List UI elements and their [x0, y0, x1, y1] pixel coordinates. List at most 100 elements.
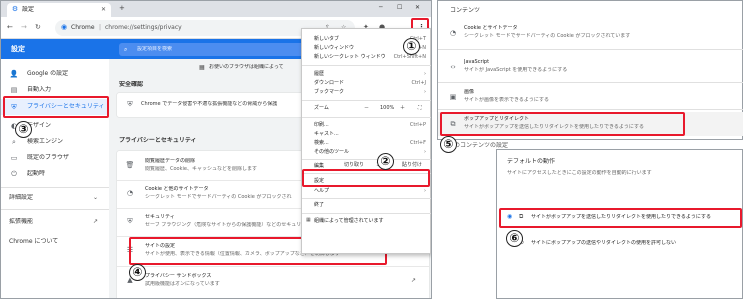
- chevron-right-icon: ›: [424, 188, 426, 194]
- page-title: 設定: [11, 45, 25, 53]
- chevron-down-icon: ⌄: [93, 194, 99, 201]
- gear-icon: ⚙: [11, 5, 19, 13]
- sidebar-item-label: Chrome について: [9, 238, 59, 245]
- building-icon: ▦: [199, 64, 205, 71]
- sidebar-item-label: 拡張機能: [9, 218, 34, 225]
- sidebar-item-label: Google の設定: [27, 70, 69, 77]
- person-icon: 👤: [9, 70, 19, 78]
- content-row-images[interactable]: ▣ 画像 サイトが画像を表示できるようにする: [438, 85, 743, 109]
- reload-icon[interactable]: ↻: [35, 23, 41, 32]
- menu-item-cast[interactable]: キャスト...: [302, 130, 431, 138]
- fullscreen-icon[interactable]: ⛶: [418, 105, 422, 112]
- row-title: プライバシー サンドボックス: [145, 273, 212, 279]
- row-divider: [438, 82, 743, 83]
- option-block-popups[interactable]: ○ ⊘ サイトにポップアップの送信やリダイレクトの使用を許可しない: [497, 234, 743, 252]
- row-title: 画像: [464, 89, 475, 95]
- row-desc: 試用版機能はオンになっています: [145, 281, 220, 287]
- menu-item-help[interactable]: ヘルプ ›: [302, 187, 431, 195]
- safety-check-title: 安全確認: [119, 81, 144, 88]
- sidebar-item-advanced[interactable]: 詳細設定 ⌄: [1, 191, 109, 205]
- managed-notice-text: お使いのブラウザは組織によって: [209, 64, 284, 70]
- sidebar-item-extensions[interactable]: 拡張機能 ↗: [1, 215, 109, 229]
- settings-sidebar: 👤 Google の設定 ▤ 自動入力 ⛨ プライバシーとセキュリティ ◐ デザ…: [1, 59, 109, 298]
- sidebar-item-label: 既定のブラウザ: [27, 154, 70, 161]
- window-close-icon[interactable]: ✕: [415, 4, 420, 12]
- zoom-plus-button[interactable]: ＋: [400, 105, 405, 112]
- search-placeholder: 設定項目を検索: [137, 46, 173, 52]
- new-tab-button[interactable]: +: [119, 4, 125, 13]
- section-title: コンテンツ: [450, 7, 481, 14]
- row-desc: シークレット モードでサードパーティの Cookie がブロックされています: [464, 33, 631, 39]
- url-text: chrome://settings/privacy: [105, 24, 182, 31]
- url-divider: |: [99, 24, 102, 31]
- cookie-icon: ◔: [126, 189, 134, 197]
- menu-item-history[interactable]: 履歴 ›: [302, 70, 431, 78]
- sidebar-item-on-startup[interactable]: ⏻ 起動時: [1, 167, 109, 181]
- sidebar-item-google[interactable]: 👤 Google の設定: [1, 67, 109, 81]
- callout-5: ⑤: [440, 136, 457, 153]
- menu-item-bookmarks[interactable]: ブックマーク ›: [302, 88, 431, 96]
- content-row-cookies[interactable]: ◔ Cookie とサイトデータ シークレット モードでサードパーティの Coo…: [438, 21, 743, 47]
- back-icon[interactable]: ←: [7, 23, 13, 32]
- forward-icon[interactable]: →: [21, 23, 27, 32]
- close-icon[interactable]: ✕: [101, 6, 106, 14]
- row-divider: [438, 109, 743, 110]
- content-settings-panel: コンテンツ ◔ Cookie とサイトデータ シークレット モードでサードパーテ…: [437, 0, 743, 140]
- chevron-right-icon: ›: [424, 71, 426, 77]
- image-icon: ▣: [449, 93, 457, 101]
- menu-separator: [302, 117, 431, 118]
- menu-item-downloads[interactable]: ダウンロード Ctrl+J: [302, 79, 431, 87]
- menu-item-print[interactable]: 印刷... Ctrl+P: [302, 121, 431, 129]
- building-icon: ▦: [306, 217, 311, 223]
- menu-separator: [302, 100, 431, 101]
- sidebar-item-label: 検索エンジン: [27, 138, 64, 145]
- sidebar-item-search-engine[interactable]: ⌕ 検索エンジン: [1, 135, 109, 149]
- privacy-section-title: プライバシーとセキュリティ: [119, 137, 197, 144]
- allow-option-highlight: [499, 208, 742, 228]
- cookie-icon: ◔: [449, 29, 457, 37]
- sidebar-item-autofill[interactable]: ▤ 自動入力: [1, 83, 109, 97]
- popup-default-panel: デフォルトの動作 サイトにアクセスしたときにこの設定の動作を自動的に行います ◉…: [496, 149, 743, 299]
- sidebar-divider: [1, 187, 109, 188]
- tab-settings[interactable]: ⚙ 設定 ✕: [7, 3, 111, 17]
- chevron-right-icon: ›: [424, 149, 426, 155]
- autofill-icon: ▤: [10, 86, 18, 94]
- sidebar-item-default-browser[interactable]: ▭ 既定のブラウザ: [1, 151, 109, 165]
- cut-button[interactable]: 切り取り: [344, 162, 364, 169]
- menu-separator: [302, 198, 431, 199]
- row-desc: サイトが JavaScript を使用できるようにする: [464, 67, 568, 73]
- row-title: セキュリティ: [145, 214, 175, 220]
- row-title: Cookie と他のサイトデータ: [145, 186, 209, 192]
- privacy-row-sandbox[interactable]: ▲ プライバシー サンドボックス 試用版機能はオンになっています ↗: [117, 267, 429, 295]
- code-icon: ‹›: [450, 63, 456, 71]
- menu-item-exit[interactable]: 終了: [302, 201, 431, 209]
- zoom-minus-button[interactable]: －: [364, 105, 369, 112]
- callout-4: ④: [129, 264, 146, 281]
- maximize-icon[interactable]: ☐: [397, 4, 402, 12]
- shield-check-icon: ⛨: [127, 100, 133, 108]
- minimize-icon[interactable]: ─: [379, 4, 383, 12]
- menu-separator: [302, 213, 431, 214]
- menu-item-find[interactable]: 検索... Ctrl+F: [302, 139, 431, 147]
- sidebar-item-label: 詳細設定: [9, 194, 34, 201]
- chevron-right-icon: ›: [424, 89, 426, 95]
- settings-menu-highlight: [302, 169, 430, 187]
- menu-item-zoom: ズーム － 100% ＋ ⛶: [314, 105, 422, 112]
- row-title: JavaScript: [464, 59, 490, 65]
- content-row-javascript[interactable]: ‹› JavaScript サイトが JavaScript を使用できるようにす…: [438, 55, 743, 81]
- option-label: サイトにポップアップの送信やリダイレクトの使用を許可しない: [531, 240, 677, 246]
- chrome-menu: 新しいタブCtrl+T 新しいウィンドウCtrl+N 新しいシークレット ウィン…: [301, 28, 431, 254]
- callout-3: ③: [15, 121, 32, 138]
- search-icon: ⌕: [124, 46, 128, 53]
- power-icon: ⏻: [11, 170, 17, 178]
- lock-shield-icon: ⛨: [127, 217, 133, 225]
- menu-separator: [302, 159, 431, 160]
- sidebar-item-label: 起動時: [27, 170, 46, 177]
- sidebar-item-label: 自動入力: [27, 86, 52, 93]
- callout-2: ②: [377, 153, 394, 170]
- menu-item-more-tools[interactable]: その他のツール ›: [302, 148, 431, 156]
- browser-icon: ▭: [10, 154, 18, 162]
- menu-item-managed[interactable]: ▦ 組織によって管理されています: [302, 217, 431, 225]
- sidebar-item-about[interactable]: Chrome について: [1, 235, 109, 249]
- paste-button[interactable]: 貼り付け: [402, 162, 422, 169]
